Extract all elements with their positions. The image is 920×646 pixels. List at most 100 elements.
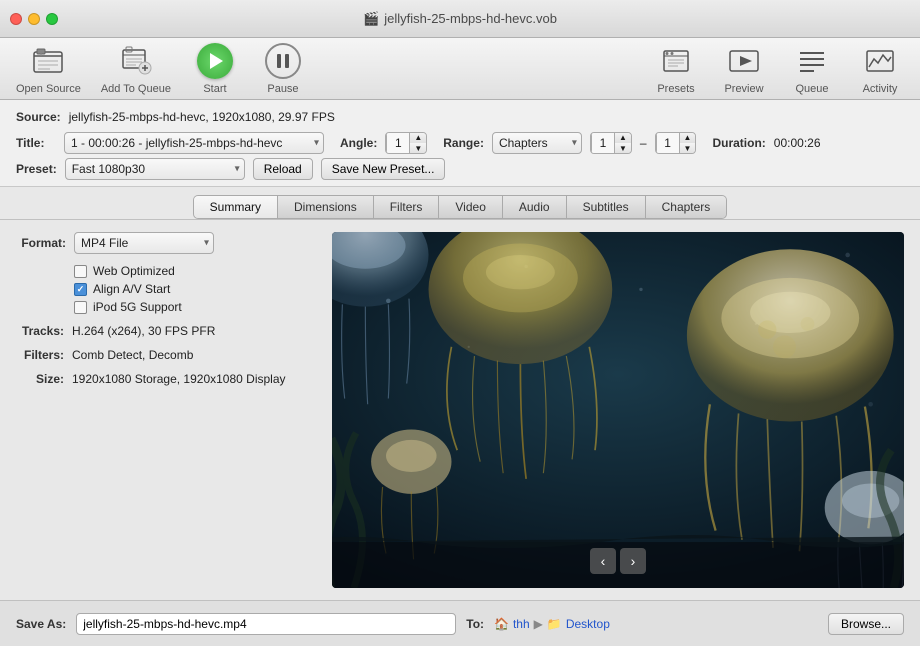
main-content: Format: MP4 File Web Optimized Align A/V… [0,220,920,600]
angle-stepper[interactable]: 1 ▲ ▼ [385,132,427,154]
tabs-bar: Summary Dimensions Filters Video Audio S… [0,187,920,220]
web-optimized-label: Web Optimized [93,264,175,278]
range-to-arrows[interactable]: ▲ ▼ [680,132,696,154]
ipod-label: iPod 5G Support [93,300,182,314]
add-to-queue-button[interactable]: Add To Queue [101,43,171,95]
tracks-row: Tracks: H.264 (x264), 30 FPS PFR [16,324,316,338]
path-separator: ▶ [534,617,543,631]
web-optimized-checkbox[interactable] [74,265,87,278]
window-controls [10,13,58,25]
title-label: Title: [16,136,56,150]
web-optimized-row: Web Optimized [74,264,316,278]
range-to-up[interactable]: ▲ [680,132,696,143]
preset-select-wrapper[interactable]: Fast 1080p30 [65,158,245,180]
close-button[interactable] [10,13,22,25]
preview-label: Preview [724,83,763,95]
align-av-row: Align A/V Start [74,282,316,296]
tab-summary[interactable]: Summary [194,196,278,218]
add-to-queue-icon [118,43,154,79]
range-from-arrows[interactable]: ▲ ▼ [615,132,631,154]
pause-label: Pause [267,83,298,95]
preview-button[interactable]: Preview [720,43,768,95]
format-select[interactable]: MP4 File [74,232,214,254]
preset-select[interactable]: Fast 1080p30 [65,158,245,180]
save-as-input[interactable] [76,613,456,635]
tabs-container: Summary Dimensions Filters Video Audio S… [193,195,728,219]
align-av-checkbox[interactable] [74,283,87,296]
size-row: Size: 1920x1080 Storage, 1920x1080 Displ… [16,372,316,386]
start-label: Start [203,83,226,95]
presets-icon [658,43,694,79]
source-label: Source: [16,110,61,124]
format-label: Format: [16,236,66,250]
browse-button[interactable]: Browse... [828,613,904,635]
angle-arrows[interactable]: ▲ ▼ [410,132,426,154]
preset-label: Preset: [16,162,57,176]
open-source-button[interactable]: Open Source [16,43,81,95]
range-label: Range: [443,136,484,150]
align-av-label: Align A/V Start [93,282,170,296]
activity-label: Activity [863,83,898,95]
range-dash: – [640,136,647,150]
duration-value: 00:00:26 [774,136,821,150]
angle-down[interactable]: ▼ [410,143,426,154]
checkbox-group: Web Optimized Align A/V Start iPod 5G Su… [74,264,316,314]
bottom-bar: Save As: To: 🏠 thh ▶ 📁 Desktop Browse... [0,600,920,646]
angle-up[interactable]: ▲ [410,132,426,143]
home-icon: 🏠 [494,617,509,631]
preview-area: ‹ › [332,232,904,588]
queue-icon [794,43,830,79]
ipod-checkbox[interactable] [74,301,87,314]
range-from-value: 1 [591,133,615,153]
title-select[interactable]: 1 - 00:00:26 - jellyfish-25-mbps-hd-hevc [64,132,324,154]
tab-filters[interactable]: Filters [374,196,440,218]
path-display: 🏠 thh ▶ 📁 Desktop [494,617,610,631]
title-row: Title: 1 - 00:00:26 - jellyfish-25-mbps-… [16,130,904,156]
title-bar: 🎬 jellyfish-25-mbps-hd-hevc.vob [0,0,920,38]
range-select[interactable]: Chapters Frames Seconds [492,132,582,154]
range-to-stepper[interactable]: 1 ▲ ▼ [655,132,697,154]
path-user: thh [513,617,530,631]
next-arrow-button[interactable]: › [620,548,646,574]
prev-arrow-button[interactable]: ‹ [590,548,616,574]
range-from-stepper[interactable]: 1 ▲ ▼ [590,132,632,154]
presets-label: Presets [657,83,694,95]
minimize-button[interactable] [28,13,40,25]
start-button[interactable]: Start [191,43,239,95]
tab-chapters[interactable]: Chapters [646,196,727,218]
tab-dimensions[interactable]: Dimensions [278,196,374,218]
preset-row: Preset: Fast 1080p30 Reload Save New Pre… [16,156,904,182]
pause-button[interactable]: Pause [259,43,307,95]
info-area: Source: jellyfish-25-mbps-hd-hevc, 1920x… [0,100,920,187]
to-label: To: [466,617,484,631]
left-panel: Format: MP4 File Web Optimized Align A/V… [16,232,316,588]
range-to-down[interactable]: ▼ [680,143,696,154]
format-select-wrapper[interactable]: MP4 File [74,232,214,254]
range-from-down[interactable]: ▼ [615,143,631,154]
folder-icon: 📁 [547,617,562,631]
format-row: Format: MP4 File [16,232,316,254]
source-row: Source: jellyfish-25-mbps-hd-hevc, 1920x… [16,104,904,130]
queue-label: Queue [795,83,828,95]
queue-button[interactable]: Queue [788,43,836,95]
reload-button[interactable]: Reload [253,158,313,180]
tab-audio[interactable]: Audio [503,196,567,218]
presets-button[interactable]: Presets [652,43,700,95]
size-value: 1920x1080 Storage, 1920x1080 Display [72,372,286,386]
maximize-button[interactable] [46,13,58,25]
filters-value: Comb Detect, Decomb [72,348,193,362]
toolbar: Open Source Add To Queue Start [0,38,920,100]
title-select-wrapper[interactable]: 1 - 00:00:26 - jellyfish-25-mbps-hd-hevc [64,132,324,154]
activity-button[interactable]: Activity [856,43,904,95]
tab-subtitles[interactable]: Subtitles [567,196,646,218]
preview-icon [726,43,762,79]
ipod-row: iPod 5G Support [74,300,316,314]
save-as-label: Save As: [16,617,66,631]
tab-video[interactable]: Video [439,196,502,218]
path-folder: Desktop [566,617,610,631]
save-preset-button[interactable]: Save New Preset... [321,158,446,180]
open-source-icon [30,43,66,79]
source-value: jellyfish-25-mbps-hd-hevc, 1920x1080, 29… [69,110,335,124]
range-select-wrapper[interactable]: Chapters Frames Seconds [492,132,582,154]
range-from-up[interactable]: ▲ [615,132,631,143]
